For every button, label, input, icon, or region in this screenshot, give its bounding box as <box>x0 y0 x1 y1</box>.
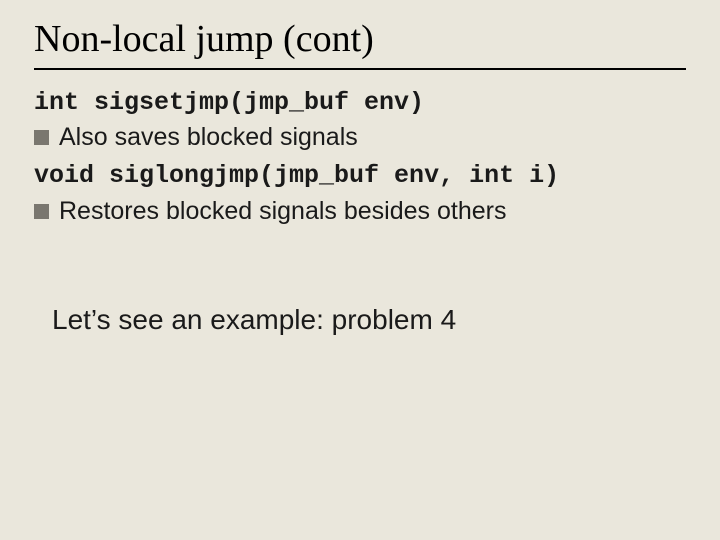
code-siglongjmp: void siglongjmp(jmp_buf env, int i) <box>34 159 686 193</box>
code-sigsetjmp: int sigsetjmp(jmp_buf env) <box>34 86 686 120</box>
bullet-row-1: Also saves blocked signals <box>34 121 686 155</box>
title-underline <box>34 68 686 70</box>
square-bullet-icon <box>34 204 49 219</box>
example-line: Let’s see an example: problem 4 <box>52 301 686 339</box>
bullet-text-1: Also saves blocked signals <box>59 121 686 155</box>
square-bullet-icon <box>34 130 49 145</box>
slide-title: Non-local jump (cont) <box>34 18 686 62</box>
slide-body: int sigsetjmp(jmp_buf env) Also saves bl… <box>34 86 686 339</box>
slide: Non-local jump (cont) int sigsetjmp(jmp_… <box>0 0 720 540</box>
bullet-text-2: Restores blocked signals besides others <box>59 195 686 229</box>
bullet-row-2: Restores blocked signals besides others <box>34 195 686 229</box>
